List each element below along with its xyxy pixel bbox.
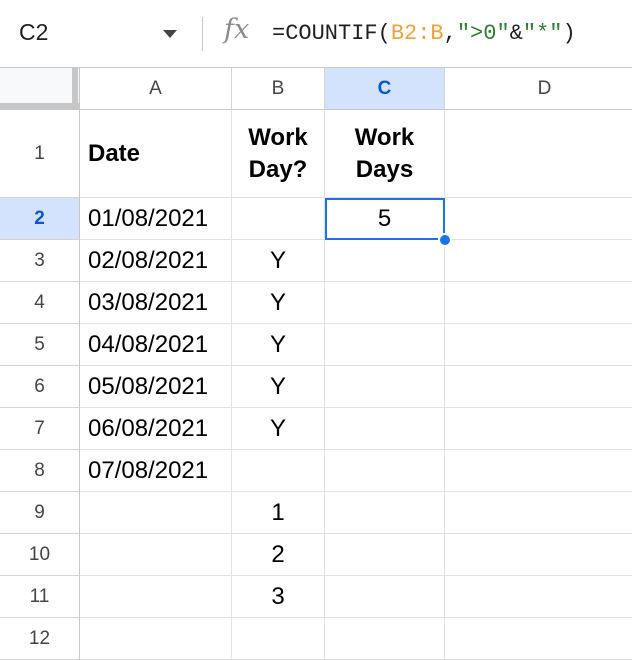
cell-b12[interactable]	[232, 618, 325, 660]
formula-string: ">0"	[456, 21, 510, 46]
cell-c9[interactable]	[325, 492, 445, 534]
cell-a2[interactable]: 01/08/2021	[80, 198, 232, 240]
cell-b10[interactable]: 2	[232, 534, 325, 576]
cell-a12[interactable]	[80, 618, 232, 660]
name-box[interactable]: C2	[19, 19, 48, 46]
row-header-5[interactable]: 5	[0, 324, 80, 366]
row-header-1[interactable]: 1	[0, 110, 80, 198]
freeze-handle-horizontal[interactable]	[0, 103, 80, 109]
fx-icon: fx	[224, 14, 250, 45]
cell-c11[interactable]	[325, 576, 445, 618]
cell-b11[interactable]: 3	[232, 576, 325, 618]
cell-d11[interactable]	[445, 576, 632, 618]
cell-a9[interactable]	[80, 492, 232, 534]
cell-d8[interactable]	[445, 450, 632, 492]
cell-c10[interactable]	[325, 534, 445, 576]
formula-suffix: )	[562, 21, 576, 46]
row-header-10[interactable]: 10	[0, 534, 80, 576]
cell-d9[interactable]	[445, 492, 632, 534]
cell-a11[interactable]	[80, 576, 232, 618]
column-header-c[interactable]: C	[325, 68, 445, 110]
row-header-3[interactable]: 3	[0, 240, 80, 282]
cell-c5[interactable]	[325, 324, 445, 366]
row-header-9[interactable]: 9	[0, 492, 80, 534]
cell-d1[interactable]	[445, 110, 632, 198]
cell-c4[interactable]	[325, 282, 445, 324]
divider	[202, 17, 203, 51]
cell-d10[interactable]	[445, 534, 632, 576]
cell-d2[interactable]	[445, 198, 632, 240]
cell-d4[interactable]	[445, 282, 632, 324]
cell-d6[interactable]	[445, 366, 632, 408]
cell-a8[interactable]: 07/08/2021	[80, 450, 232, 492]
cell-d12[interactable]	[445, 618, 632, 660]
row-header-11[interactable]: 11	[0, 576, 80, 618]
formula-ampersand: &	[509, 21, 523, 46]
fill-handle[interactable]	[438, 233, 452, 247]
cell-a3[interactable]: 02/08/2021	[80, 240, 232, 282]
column-header-a[interactable]: A	[80, 68, 232, 110]
cell-a10[interactable]	[80, 534, 232, 576]
cell-a6[interactable]: 05/08/2021	[80, 366, 232, 408]
formula-prefix: =COUNTIF(	[272, 21, 391, 46]
cell-a1[interactable]: Date	[80, 110, 232, 198]
cell-d5[interactable]	[445, 324, 632, 366]
row-header-2[interactable]: 2	[0, 198, 80, 240]
formula-comma: ,	[443, 21, 457, 46]
cell-c12[interactable]	[325, 618, 445, 660]
cell-b6[interactable]: Y	[232, 366, 325, 408]
row-header-6[interactable]: 6	[0, 366, 80, 408]
cell-b2[interactable]	[232, 198, 325, 240]
formula-bar: C2 fx =COUNTIF(B2:B,">0"&"*")	[0, 0, 632, 68]
row-header-4[interactable]: 4	[0, 282, 80, 324]
chevron-down-icon[interactable]	[163, 30, 177, 38]
cell-b4[interactable]: Y	[232, 282, 325, 324]
cell-b3[interactable]: Y	[232, 240, 325, 282]
cell-c2[interactable]: 5	[325, 198, 445, 240]
cell-b1[interactable]: Work Day?	[232, 110, 325, 198]
cell-b9[interactable]: 1	[232, 492, 325, 534]
cell-c8[interactable]	[325, 450, 445, 492]
cell-b8[interactable]	[232, 450, 325, 492]
row-header-8[interactable]: 8	[0, 450, 80, 492]
column-header-b[interactable]: B	[232, 68, 325, 110]
cell-a5[interactable]: 04/08/2021	[80, 324, 232, 366]
formula-input[interactable]: =COUNTIF(B2:B,">0"&"*")	[272, 21, 576, 46]
formula-string: "*"	[522, 21, 563, 46]
cell-a7[interactable]: 06/08/2021	[80, 408, 232, 450]
cell-c6[interactable]	[325, 366, 445, 408]
cell-c7[interactable]	[325, 408, 445, 450]
cell-b5[interactable]: Y	[232, 324, 325, 366]
cell-d3[interactable]	[445, 240, 632, 282]
cell-d7[interactable]	[445, 408, 632, 450]
cell-b7[interactable]: Y	[232, 408, 325, 450]
row-header-12[interactable]: 12	[0, 618, 80, 660]
cell-c3[interactable]	[325, 240, 445, 282]
formula-range: B2:B	[390, 21, 444, 46]
row-header-7[interactable]: 7	[0, 408, 80, 450]
cell-a4[interactable]: 03/08/2021	[80, 282, 232, 324]
cell-c1[interactable]: Work Days	[325, 110, 445, 198]
column-header-d[interactable]: D	[445, 68, 632, 110]
